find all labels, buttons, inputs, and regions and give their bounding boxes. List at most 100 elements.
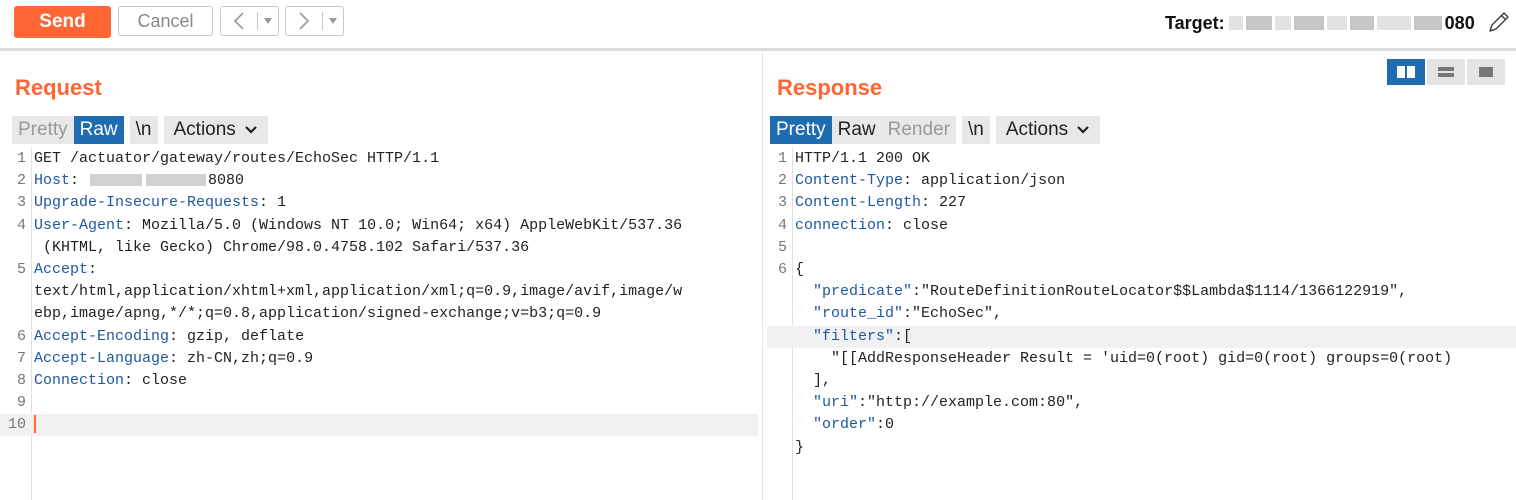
header-colon: : <box>169 349 188 367</box>
header-name: Content-Length <box>795 194 922 212</box>
header-colon: : <box>124 372 143 389</box>
pane-splitter[interactable] <box>758 51 767 500</box>
json-key: "uri" <box>813 394 859 412</box>
header-colon: : <box>259 194 278 212</box>
header-colon: : <box>885 216 904 234</box>
header-name: Accept <box>34 261 89 278</box>
request-line: 9 <box>0 392 758 414</box>
response-tab-render[interactable]: Render <box>881 116 956 144</box>
code-text: (KHTML, like Gecko) Chrome/98.0.4758.102… <box>34 238 530 256</box>
response-line: "predicate":"RouteDefinitionRouteLocator… <box>767 281 1516 303</box>
response-line: ], <box>767 370 1516 392</box>
line-number: 2 <box>16 172 26 190</box>
line-content: (KHTML, like Gecko) Chrome/98.0.4758.102… <box>34 237 529 259</box>
response-tab-newline[interactable]: \n <box>961 116 990 144</box>
send-button[interactable]: Send <box>14 6 111 38</box>
header-value: gzip, deflate <box>187 327 305 345</box>
request-tab-raw[interactable]: Raw <box>73 116 124 144</box>
request-line: 7 Accept-Language: zh-CN,zh;q=0.9 <box>0 348 758 370</box>
forward-button[interactable] <box>286 7 322 35</box>
header-value: 8080 <box>208 172 245 190</box>
cancel-button[interactable]: Cancel <box>118 6 213 36</box>
back-history-dropdown[interactable] <box>258 7 278 35</box>
json-value: :0 <box>876 416 895 434</box>
json-key: "order" <box>813 416 877 434</box>
request-line: (KHTML, like Gecko) Chrome/98.0.4758.102… <box>0 237 758 259</box>
response-actions-label: Actions <box>1005 119 1069 140</box>
header-value: zh-CN,zh;q=0.9 <box>187 349 314 367</box>
request-tab-pretty[interactable]: Pretty <box>12 116 74 144</box>
response-line: "filters":[ <box>767 325 1516 348</box>
line-content: User-Agent: Mozilla/5.0 (Windows NT 10.0… <box>34 215 682 237</box>
target-port: 080 <box>1444 12 1475 33</box>
line-content: "route_id":"EchoSec", <box>795 303 1002 325</box>
split-vertical-icon <box>1438 67 1454 77</box>
line-content: Upgrade-Insecure-Requests: 1 <box>34 192 286 214</box>
chevron-down-icon <box>244 125 258 135</box>
header-name: Content-Type <box>795 172 904 190</box>
line-content: GET /actuator/gateway/routes/EchoSec HTT… <box>34 148 439 170</box>
line-number: 10 <box>7 416 26 434</box>
line-number: 8 <box>16 372 26 389</box>
response-line: 5 <box>767 237 1516 259</box>
line-content: "[[AddResponseHeader Result = 'uid=0(roo… <box>795 348 1452 370</box>
line-number: 6 <box>16 327 26 345</box>
split-horizontal-icon <box>1397 66 1415 78</box>
back-button[interactable] <box>221 7 257 35</box>
line-number: 9 <box>16 394 26 412</box>
line-content: ebp,image/apng,*/*;q=0.8,application/sig… <box>34 303 601 325</box>
response-title: Response <box>777 75 883 100</box>
forward-history-dropdown[interactable] <box>323 7 343 35</box>
response-line: 6{ <box>767 259 1516 281</box>
target-display[interactable]: Target: 080 <box>1165 8 1475 38</box>
response-actions-menu[interactable]: Actions <box>995 116 1101 144</box>
response-line: 4 connection: close <box>767 215 1516 237</box>
edit-target-button[interactable] <box>1486 9 1512 35</box>
line-number: 7 <box>16 349 26 367</box>
target-label: Target: <box>1165 12 1225 33</box>
line-content: HTTP/1.1 200 OK <box>795 148 930 170</box>
response-tab-raw[interactable]: Raw <box>831 116 882 144</box>
response-editor[interactable]: 1 HTTP/1.1 200 OK 2 Content-Type: applicati… <box>767 148 1516 500</box>
line-content: "order":0 <box>795 414 894 436</box>
line-number: 6 <box>777 261 787 278</box>
request-line: 10 <box>0 414 758 437</box>
request-line: text/html,application/xhtml+xml,applicat… <box>0 281 758 303</box>
top-toolbar: Send Cancel Target: 080 <box>0 0 1516 48</box>
code-text: GET /actuator/gateway/routes/EchoSec HTT… <box>34 150 440 167</box>
redacted-host <box>90 174 143 187</box>
line-content: Content-Type: application/json <box>795 170 1065 192</box>
json-key: "filters" <box>813 327 895 345</box>
request-line: 5 Accept: <box>0 259 758 281</box>
code-text: } <box>795 438 805 456</box>
request-actions-menu[interactable]: Actions <box>163 116 268 144</box>
header-name: Accept-Encoding <box>34 327 170 345</box>
header-value: Mozilla/5.0 (Windows NT 10.0; Win64; x64… <box>142 216 683 234</box>
single-pane-button[interactable] <box>1467 59 1505 85</box>
redacted-host <box>1228 12 1445 34</box>
request-editor[interactable]: 1 GET /actuator/gateway/routes/EchoSec HT… <box>0 148 758 500</box>
request-line: 8 Connection: close <box>0 370 758 392</box>
line-number: 3 <box>777 194 787 212</box>
json-value: :[ <box>894 327 913 345</box>
response-line: } <box>767 437 1516 459</box>
request-tab-newline[interactable]: \n <box>129 116 158 144</box>
header-name: Connection <box>34 372 125 389</box>
split-vertical-button[interactable] <box>1427 59 1465 85</box>
line-content: Accept-Language: zh-CN,zh;q=0.9 <box>34 348 313 370</box>
text-caret <box>34 415 36 434</box>
header-colon: : <box>169 327 188 345</box>
line-content: Content-Length: 227 <box>795 192 966 214</box>
code-text: { <box>795 261 805 278</box>
line-number: 5 <box>777 238 787 256</box>
response-tab-pretty[interactable]: Pretty <box>770 116 832 144</box>
split-horizontal-button[interactable] <box>1387 59 1425 85</box>
header-colon: : <box>70 172 89 190</box>
request-title: Request <box>15 75 102 100</box>
redacted-host <box>146 174 207 187</box>
pencil-icon <box>1489 12 1509 32</box>
header-value: close <box>142 372 188 389</box>
header-colon: : <box>88 261 107 278</box>
line-number: 1 <box>16 150 26 167</box>
